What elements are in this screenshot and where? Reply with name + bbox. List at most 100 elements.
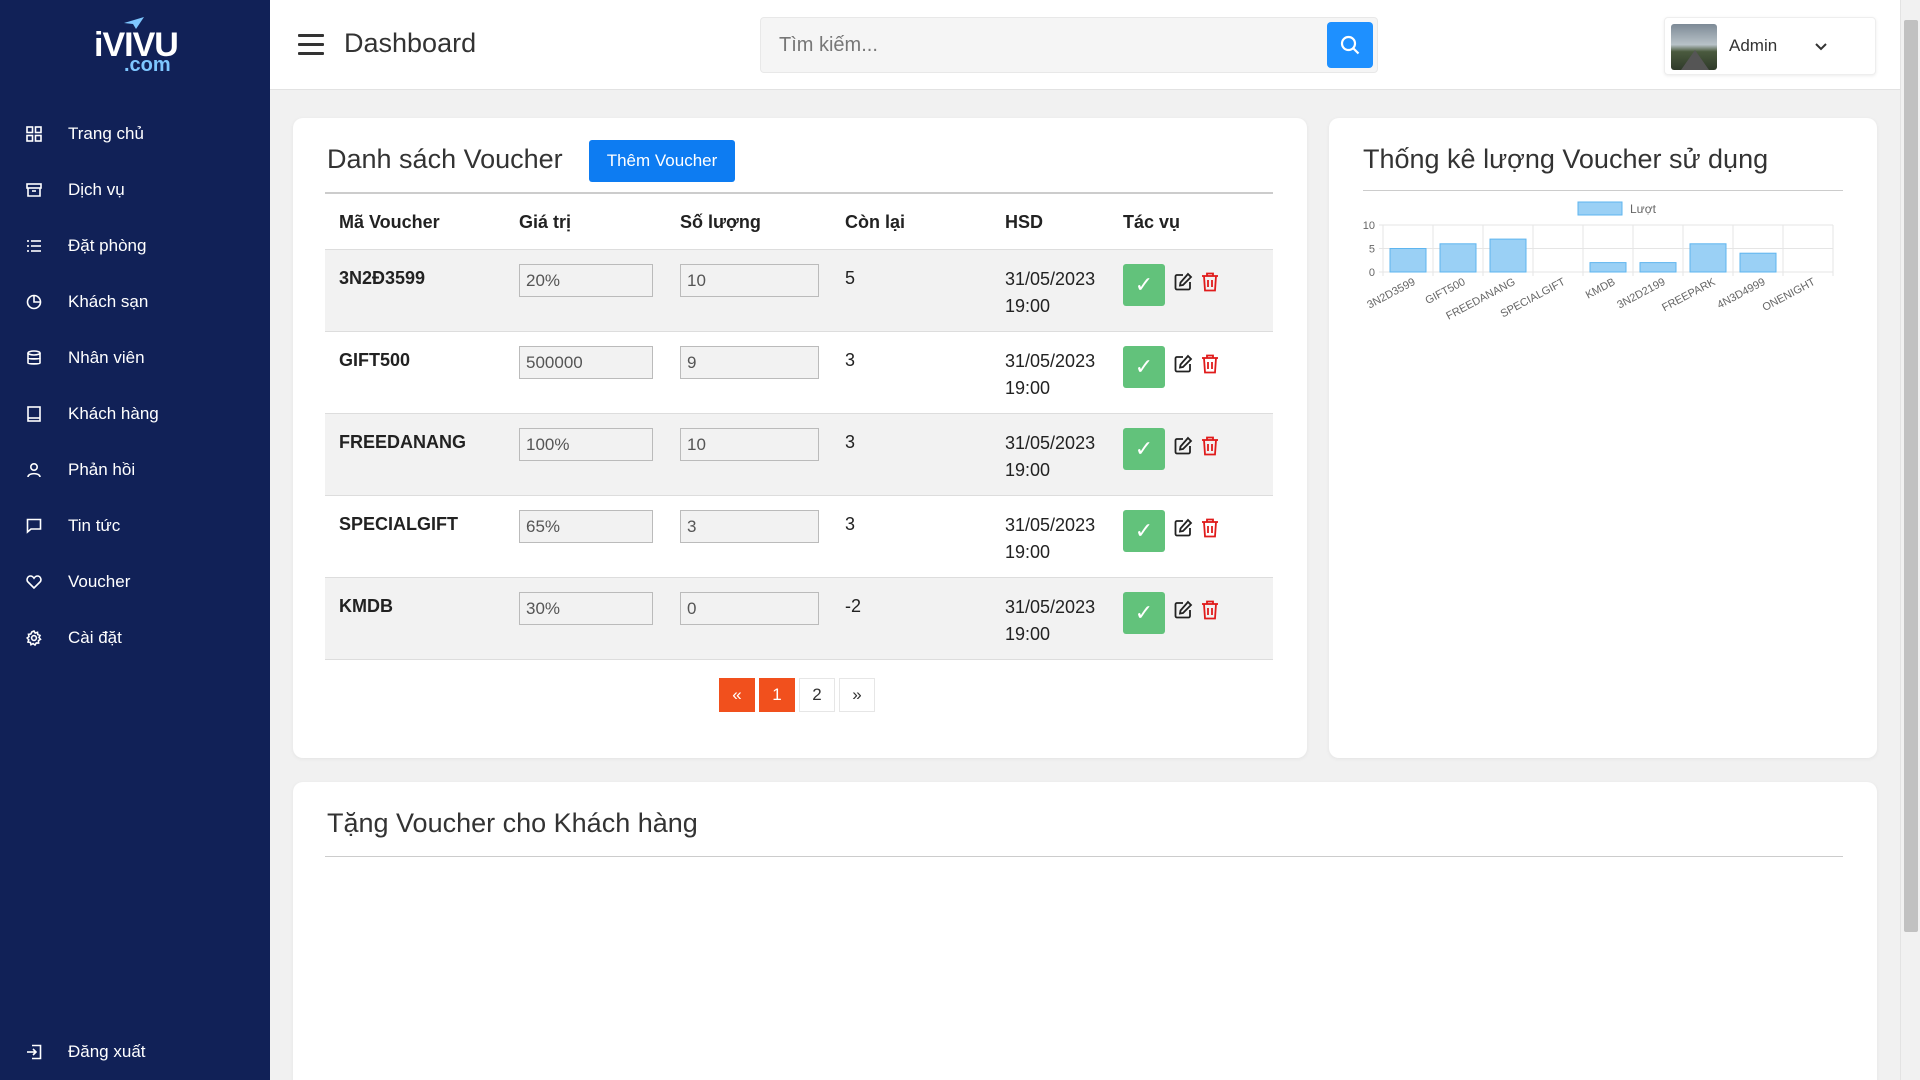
edit-icon[interactable] [1173, 354, 1193, 374]
database-icon [24, 348, 44, 368]
sidebar-item-cai-dat[interactable]: Cài đặt [0, 610, 270, 666]
sidebar-item-dat-phong[interactable]: Đặt phòng [0, 218, 270, 274]
voucher-list-title: Danh sách Voucher [327, 144, 563, 174]
trash-icon[interactable] [1201, 272, 1219, 292]
logout-button[interactable]: Đăng xuất [0, 1024, 270, 1080]
confirm-button[interactable]: ✓ [1123, 346, 1165, 388]
chart-bar [1639, 262, 1677, 273]
confirm-button[interactable]: ✓ [1123, 428, 1165, 470]
chart-bar [1389, 248, 1427, 273]
expiry-date-time: 19:00 [1005, 624, 1051, 644]
x-tick-label: 3N2D3599 [1365, 276, 1417, 311]
pie-chart-icon [24, 292, 44, 312]
value-field[interactable] [519, 264, 653, 297]
heart-icon [24, 572, 44, 592]
quantity-field[interactable] [680, 346, 819, 379]
search-button[interactable] [1327, 22, 1373, 68]
confirm-button[interactable]: ✓ [1123, 264, 1165, 306]
expiry-date: 31/05/2023 19:00 [1005, 430, 1095, 484]
sidebar-nav: Trang chủ Dịch vụ Đặt phòng Khách sạn Nh… [0, 106, 270, 666]
edit-icon[interactable] [1173, 600, 1193, 620]
gift-voucher-title: Tặng Voucher cho Khách hàng [327, 808, 698, 838]
list-icon [24, 236, 44, 256]
check-icon: ✓ [1134, 600, 1154, 625]
confirm-button[interactable]: ✓ [1123, 592, 1165, 634]
expiry-date-day: 31/05/2023 [1005, 269, 1096, 289]
table-row: KMDB -2 31/05/2023 19:00 ✓ [325, 578, 1273, 660]
table-row: GIFT500 3 31/05/2023 19:00 ✓ [325, 332, 1273, 414]
sidebar-item-dich-vu[interactable]: Dịch vụ [0, 162, 270, 218]
voucher-stats-title: Thống kê lượng Voucher sử dụng [1363, 144, 1769, 174]
table-header: Mã Voucher Giá trị Số lượng Còn lại HSD … [325, 194, 1273, 250]
voucher-code: GIFT500 [339, 350, 411, 370]
edit-icon[interactable] [1173, 436, 1193, 456]
logout-label: Đăng xuất [68, 1042, 146, 1061]
trash-icon[interactable] [1201, 518, 1219, 538]
voucher-code: KMDB [339, 596, 393, 616]
expiry-date-time: 19:00 [1005, 378, 1051, 398]
y-tick-label: 5 [1369, 244, 1375, 256]
edit-icon[interactable] [1173, 272, 1193, 292]
column-header: Số lượng [680, 212, 761, 232]
pagination-page-1[interactable]: 1 [759, 678, 795, 712]
y-tick-label: 10 [1363, 220, 1375, 232]
menu-toggle-icon[interactable] [298, 34, 324, 56]
pagination: « 1 2 » [719, 678, 875, 712]
search-input[interactable] [761, 18, 1321, 72]
expiry-date-time: 19:00 [1005, 542, 1051, 562]
sidebar-item-phan-hoi[interactable]: Phản hồi [0, 442, 270, 498]
sidebar-item-tin-tuc[interactable]: Tin tức [0, 498, 270, 554]
quantity-field[interactable] [680, 428, 819, 461]
quantity-field[interactable] [680, 264, 819, 297]
page-title: Dashboard [344, 28, 477, 58]
add-voucher-button[interactable]: Thêm Voucher [589, 140, 735, 182]
quantity-field[interactable] [680, 510, 819, 543]
divider [1363, 190, 1843, 191]
chevron-down-icon [1815, 43, 1827, 51]
scrollbar-thumb[interactable] [1904, 20, 1918, 932]
sidebar-item-label: Dịch vụ [68, 180, 125, 199]
check-icon: ✓ [1134, 518, 1154, 543]
user-icon [24, 460, 44, 480]
expiry-date: 31/05/2023 19:00 [1005, 266, 1095, 320]
ivivu-logo[interactable]: iVIVU .com [94, 14, 179, 76]
sidebar-item-khach-hang[interactable]: Khách hàng [0, 386, 270, 442]
edit-icon[interactable] [1173, 518, 1193, 538]
gift-voucher-card: Tặng Voucher cho Khách hàng [293, 782, 1877, 1080]
expiry-date-day: 31/05/2023 [1005, 351, 1096, 371]
sidebar-item-trang-chu[interactable]: Trang chủ [0, 106, 270, 162]
chart-bar [1689, 243, 1727, 273]
value-field[interactable] [519, 592, 653, 625]
sidebar-item-khach-san[interactable]: Khách sạn [0, 274, 270, 330]
pagination-next[interactable]: » [839, 678, 875, 712]
sidebar-item-label: Voucher [68, 572, 131, 591]
column-header: Còn lại [845, 212, 906, 232]
sidebar-item-nhan-vien[interactable]: Nhân viên [0, 330, 270, 386]
expiry-date-time: 19:00 [1005, 296, 1051, 316]
sidebar-item-label: Phản hồi [68, 460, 136, 479]
sidebar: iVIVU .com Trang chủ Dịch vụ Đặt phòng K… [0, 0, 270, 1080]
voucher-code: FREEDANANG [339, 432, 467, 452]
pagination-prev[interactable]: « [719, 678, 755, 712]
trash-icon[interactable] [1201, 600, 1219, 620]
trash-icon[interactable] [1201, 436, 1219, 456]
trash-icon[interactable] [1201, 354, 1219, 374]
user-menu[interactable]: Admin [1664, 17, 1876, 75]
voucher-code: 3N2Đ3599 [339, 268, 426, 288]
page-scrollbar[interactable] [1900, 0, 1920, 1080]
pagination-page-2[interactable]: 2 [799, 678, 835, 712]
sidebar-item-voucher[interactable]: Voucher [0, 554, 270, 610]
expiry-date-day: 31/05/2023 [1005, 515, 1096, 535]
user-name: Admin [1729, 36, 1778, 55]
value-field[interactable] [519, 510, 653, 543]
quantity-field[interactable] [680, 592, 819, 625]
x-tick-label: 4N3D4999 [1715, 276, 1767, 311]
logo-subtext: .com [124, 54, 171, 76]
sidebar-item-label: Trang chủ [68, 124, 144, 143]
confirm-button[interactable]: ✓ [1123, 510, 1165, 552]
value-field[interactable] [519, 428, 653, 461]
expiry-date-day: 31/05/2023 [1005, 433, 1096, 453]
value-field[interactable] [519, 346, 653, 379]
column-header: Mã Voucher [339, 212, 440, 232]
settings-icon [24, 628, 44, 648]
